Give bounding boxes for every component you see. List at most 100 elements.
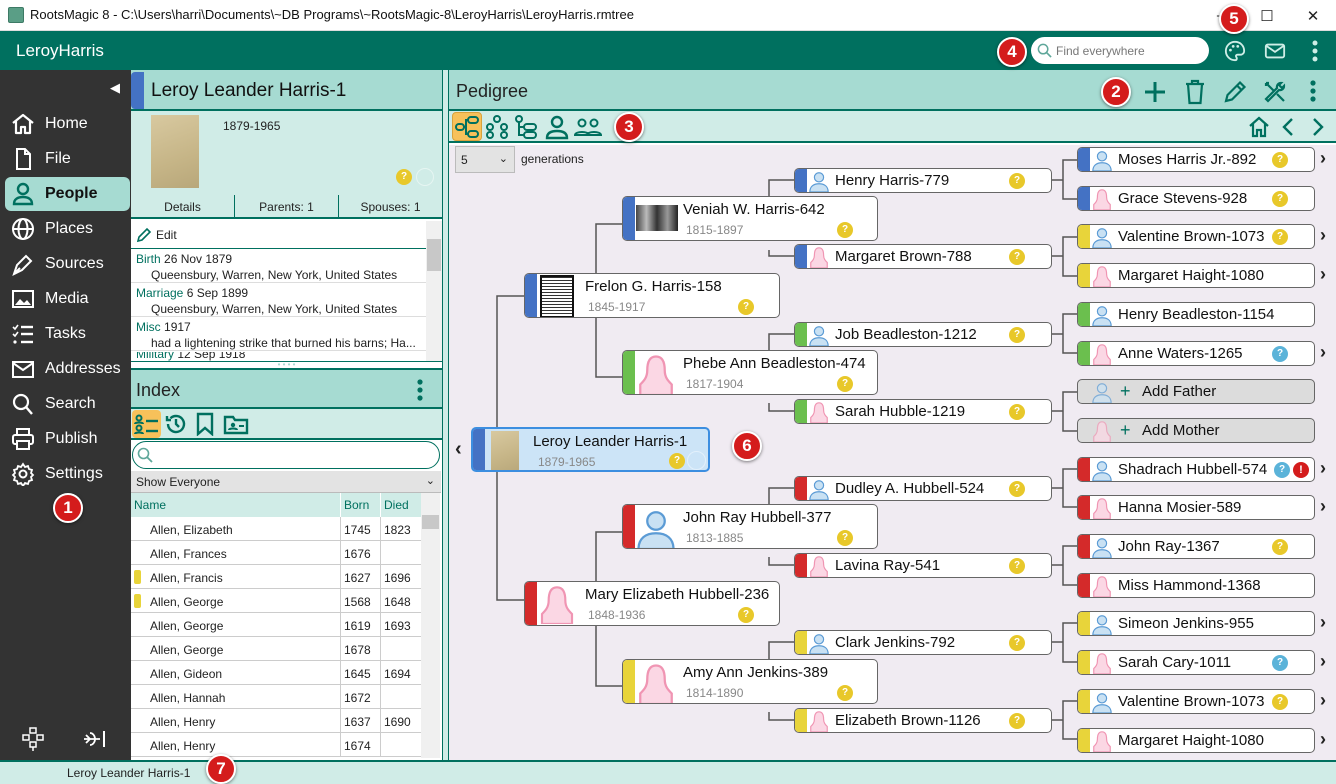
pedigree-box-ancestor[interactable]: Henry Beadleston-1154: [1077, 302, 1315, 327]
index-search-input[interactable]: [132, 441, 440, 469]
pedigree-box-great-grandparent[interactable]: Henry Harris-779?: [794, 168, 1052, 193]
sidebar-item-addresses[interactable]: Addresses: [5, 352, 130, 386]
pedigree-box-great-grandparent[interactable]: Margaret Brown-788?: [794, 244, 1052, 269]
index-row[interactable]: Allen, Gideon 1645 1694: [131, 661, 421, 685]
expand-ancestors-icon[interactable]: ›: [1320, 148, 1326, 169]
group-folder-icon[interactable]: [223, 413, 249, 435]
pedigree-box-ancestor[interactable]: Hanna Mosier-589: [1077, 495, 1315, 520]
add-father-button[interactable]: + Add Father: [1077, 379, 1315, 404]
hint-bulb-icon[interactable]: ?: [837, 222, 853, 238]
pedigree-box-great-grandparent[interactable]: Clark Jenkins-792?: [794, 630, 1052, 655]
hint-bulb-icon[interactable]: ?: [1272, 694, 1288, 710]
forward-icon[interactable]: [1311, 117, 1325, 137]
sidebar-item-tasks[interactable]: Tasks: [5, 317, 130, 351]
expand-ancestors-icon[interactable]: ›: [1320, 264, 1326, 285]
tab-spouses[interactable]: Spouses: 1: [339, 195, 442, 217]
pedigree-box-parent[interactable]: Mary Elizabeth Hubbell-236 1848-1936?: [524, 581, 780, 626]
hint-bulb-icon[interactable]: ?: [1009, 481, 1025, 497]
fact-row-misc[interactable]: Misc 1917 had a lightening strike that b…: [131, 318, 426, 351]
pedigree-box-ancestor[interactable]: Valentine Brown-1073?: [1077, 689, 1315, 714]
expand-ancestors-icon[interactable]: ›: [1320, 496, 1326, 517]
hint-bulb-icon[interactable]: ?: [669, 453, 685, 469]
alert-icon[interactable]: !: [1293, 462, 1309, 478]
tools-icon[interactable]: [1263, 79, 1287, 105]
bookmark-icon[interactable]: [195, 412, 215, 436]
hint-bulb-icon[interactable]: ?: [837, 685, 853, 701]
hint-bulb-icon[interactable]: ?: [1272, 229, 1288, 245]
pedigree-view-tab[interactable]: [452, 112, 482, 141]
panel-splitter[interactable]: [442, 70, 449, 760]
index-row[interactable]: Allen, George 1678: [131, 637, 421, 661]
mail-icon[interactable]: [1262, 38, 1288, 64]
expand-ancestors-icon[interactable]: ›: [1320, 458, 1326, 479]
app-menu-icon[interactable]: [1302, 38, 1328, 64]
people-list-tab[interactable]: [132, 410, 161, 438]
history-icon[interactable]: [164, 412, 188, 436]
pedigree-box-ancestor[interactable]: Grace Stevens-928?: [1077, 186, 1315, 211]
descendants-view-icon[interactable]: [514, 114, 540, 140]
add-mother-button[interactable]: + Add Mother: [1077, 418, 1315, 443]
hint-bulb-icon[interactable]: ?: [1009, 713, 1025, 729]
expand-ancestors-icon[interactable]: ›: [1320, 225, 1326, 246]
edit-person-button[interactable]: Edit: [131, 221, 426, 249]
tab-parents[interactable]: Parents: 1: [235, 195, 339, 217]
home-person-icon[interactable]: [1247, 115, 1271, 139]
family-tree-icon[interactable]: [22, 727, 44, 754]
hint-bulb-icon[interactable]: ?: [1009, 173, 1025, 189]
hint-bulb-icon[interactable]: ?: [1009, 635, 1025, 651]
pedigree-box-ancestor[interactable]: Anne Waters-1265?: [1077, 341, 1315, 366]
sidebar-item-places[interactable]: Places: [5, 212, 130, 246]
facts-scrollbar[interactable]: [426, 221, 442, 361]
hint-bulb-icon[interactable]: ?: [1272, 152, 1288, 168]
column-header-born[interactable]: Born: [344, 498, 369, 512]
hint-bulb-icon[interactable]: ?: [1009, 404, 1025, 420]
expand-ancestors-icon[interactable]: ›: [1320, 651, 1326, 672]
pedigree-box-ancestor[interactable]: Moses Harris Jr.-892?: [1077, 147, 1315, 172]
edit-icon[interactable]: [1223, 80, 1247, 104]
back-icon[interactable]: [1281, 117, 1295, 137]
family-view-icon[interactable]: [484, 114, 510, 140]
hint-bulb-icon[interactable]: ?: [837, 530, 853, 546]
hint-bulb-icon[interactable]: ?: [1009, 558, 1025, 574]
hint-bulb-icon[interactable]: ?: [837, 376, 853, 392]
person-photo[interactable]: [151, 115, 199, 188]
expand-ancestors-icon[interactable]: ›: [1320, 612, 1326, 633]
close-button[interactable]: ✕: [1290, 0, 1336, 31]
delete-icon[interactable]: [1183, 79, 1207, 105]
sidebar-item-search[interactable]: Search: [5, 387, 130, 421]
fact-row-marriage[interactable]: Marriage 6 Sep 1899 Queensbury, Warren, …: [131, 284, 426, 317]
pedigree-box-ancestor[interactable]: Simeon Jenkins-955: [1077, 611, 1315, 636]
sidebar-item-settings[interactable]: Settings: [5, 457, 130, 491]
hint-bulb-icon[interactable]: ?: [738, 607, 754, 623]
pedigree-box-root[interactable]: Leroy Leander Harris-1 1879-1965?: [471, 427, 710, 472]
index-row[interactable]: Allen, Frances 1676: [131, 541, 421, 565]
expand-ancestors-icon[interactable]: ›: [1320, 690, 1326, 711]
pedigree-menu-icon[interactable]: [1309, 79, 1317, 103]
index-scrollbar[interactable]: [421, 493, 440, 758]
index-row[interactable]: Allen, George 1619 1693: [131, 613, 421, 637]
hint-bulb-icon[interactable]: ?: [1272, 191, 1288, 207]
index-row[interactable]: Allen, Elizabeth 1745 1823: [131, 517, 421, 541]
pedigree-box-grandparent[interactable]: Phebe Ann Beadleston-474 1817-1904?: [622, 350, 878, 395]
pedigree-box-great-grandparent[interactable]: Dudley A. Hubbell-524?: [794, 476, 1052, 501]
branch-export-icon[interactable]: [82, 729, 108, 752]
pedigree-box-great-grandparent[interactable]: Sarah Hubble-1219?: [794, 399, 1052, 424]
index-menu-icon[interactable]: [416, 378, 424, 402]
tab-details[interactable]: Details: [131, 195, 235, 217]
collapse-sidebar-icon[interactable]: ◀: [110, 80, 120, 96]
pedigree-box-parent[interactable]: Frelon G. Harris-158 1845-1917?: [524, 273, 780, 318]
hint-bulb-icon[interactable]: ?: [738, 299, 754, 315]
hint-bulb-icon[interactable]: ?: [1272, 655, 1288, 671]
hint-bulb-icon[interactable]: ?: [396, 169, 412, 185]
hint-bulb-icon[interactable]: ?: [1272, 346, 1288, 362]
hint-bulb-icon[interactable]: ?: [1009, 249, 1025, 265]
index-row[interactable]: Allen, Henry 1674: [131, 733, 421, 757]
show-everyone-dropdown[interactable]: Show Everyone ⌄: [131, 471, 441, 493]
pedigree-box-ancestor[interactable]: Margaret Haight-1080: [1077, 728, 1315, 753]
index-row[interactable]: Allen, George 1568 1648: [131, 589, 421, 613]
index-row[interactable]: Allen, Hannah 1672: [131, 685, 421, 709]
hint-bulb-icon[interactable]: ?: [1274, 462, 1290, 478]
find-everywhere-input[interactable]: Find everywhere: [1031, 37, 1209, 64]
pedigree-box-ancestor[interactable]: Shadrach Hubbell-574?!: [1077, 457, 1315, 482]
maximize-button[interactable]: ☐: [1244, 0, 1290, 31]
